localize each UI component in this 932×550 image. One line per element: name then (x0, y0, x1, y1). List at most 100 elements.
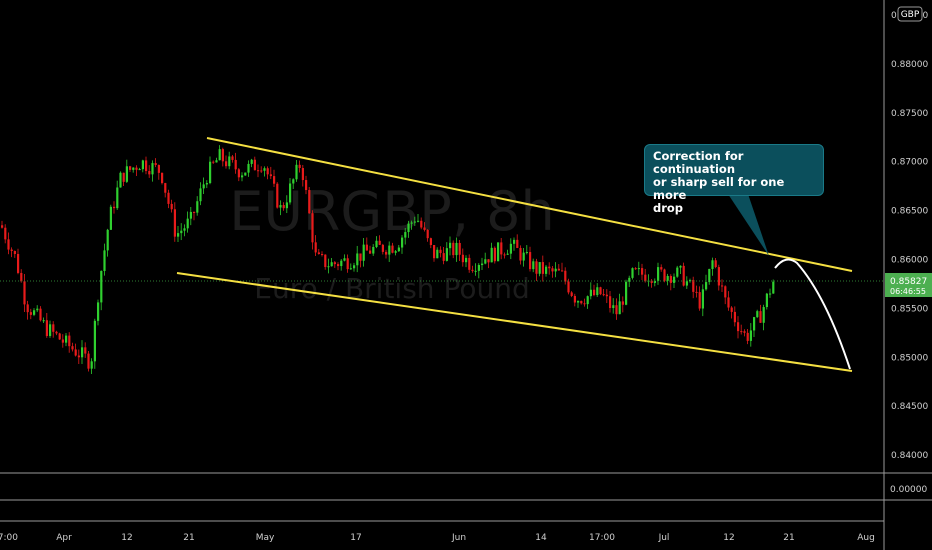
candle-up (513, 239, 516, 244)
candle-down (26, 304, 29, 313)
last-price-value: 0.85827 (890, 277, 927, 287)
candle-down (365, 244, 368, 251)
candle-down (23, 281, 26, 305)
candle-down (282, 205, 285, 209)
candle-up (497, 242, 500, 262)
candle-down (55, 331, 58, 334)
candle-up (327, 266, 330, 268)
indicator-tick-label: 0.00000 (890, 485, 927, 495)
candle-up (362, 244, 365, 261)
candle-down (276, 183, 279, 208)
candle-down (461, 254, 464, 263)
candle-up (701, 289, 704, 309)
candle-down (129, 166, 132, 170)
price-chart[interactable]: EURGBP, 8h Euro / British Pound 0.885000… (0, 0, 932, 550)
candle-down (503, 254, 506, 256)
candle-down (378, 240, 381, 245)
candle-up (205, 183, 208, 185)
candle-down (113, 206, 116, 209)
candle-up (375, 240, 378, 247)
candle-up (349, 268, 352, 270)
candle-down (615, 305, 618, 315)
candle-up (436, 249, 439, 259)
candle-down (721, 285, 724, 287)
currency-badge-label: GBP (901, 10, 920, 20)
candle-down (71, 346, 74, 350)
candle-up (657, 267, 660, 281)
x-tick-label: 17 (350, 533, 361, 543)
candle-down (260, 170, 263, 172)
candle-up (100, 271, 103, 303)
candle-up (103, 250, 106, 272)
candle-down (580, 301, 583, 304)
candle-down (39, 308, 42, 321)
candle-up (397, 247, 400, 252)
candle-down (660, 267, 663, 270)
candle-up (445, 248, 448, 261)
annotation-callout[interactable]: Correction for continuation or sharp sel… (644, 144, 824, 215)
candle-up (449, 242, 452, 249)
candle-up (49, 324, 52, 336)
x-tick-label: 12 (121, 533, 132, 543)
candle-up (631, 268, 634, 278)
candle-up (490, 247, 493, 263)
candle-up (36, 308, 39, 311)
candle-down (583, 303, 586, 305)
candle-down (10, 249, 13, 252)
candle-down (429, 238, 432, 246)
candle-up (109, 206, 112, 230)
candle-down (727, 297, 730, 308)
candle-down (321, 254, 324, 256)
candle-down (305, 180, 308, 191)
candle-up (772, 281, 775, 294)
x-tick-label: May (256, 533, 275, 543)
candle-down (717, 267, 720, 286)
candle-down (4, 227, 7, 240)
candle-up (65, 335, 68, 343)
candle-up (407, 223, 410, 233)
candle-down (273, 176, 276, 184)
currency-badge[interactable]: GBP (897, 6, 923, 22)
candle-down (663, 269, 666, 281)
candle-down (641, 268, 644, 275)
candle-down (308, 190, 311, 214)
candle-down (519, 247, 522, 261)
candle-up (532, 261, 535, 270)
candle-down (557, 268, 560, 271)
candle-down (68, 335, 71, 347)
candle-down (225, 161, 228, 167)
last-price-label: 0.85827 06:46:55 (885, 273, 932, 297)
candle-down (561, 270, 564, 272)
candle-down (74, 349, 77, 356)
candle-down (269, 174, 272, 177)
candle-down (605, 294, 608, 297)
candle-down (593, 289, 596, 296)
candle-up (202, 184, 205, 189)
candle-down (193, 211, 196, 213)
y-tick-label: 0.87500 (891, 109, 928, 119)
candle-down (567, 281, 570, 293)
candle-up (353, 265, 356, 269)
candle-down (1, 225, 4, 228)
candle-down (266, 168, 269, 175)
candle-up (577, 301, 580, 303)
candle-up (756, 311, 759, 318)
candle-down (487, 259, 490, 263)
x-tick-label: 21 (783, 533, 794, 543)
countdown-value: 06:46:55 (890, 287, 926, 296)
candle-down (535, 261, 538, 274)
candle-down (164, 183, 167, 193)
description-watermark: Euro / British Pound (254, 272, 529, 305)
candle-down (599, 287, 602, 295)
candle-up (125, 166, 128, 182)
candle-down (433, 245, 436, 259)
x-tick-label: 21 (183, 533, 194, 543)
candle-down (45, 320, 48, 336)
y-tick-label: 0.84500 (891, 402, 928, 412)
candle-down (29, 312, 32, 315)
candle-up (666, 275, 669, 281)
candle-down (471, 269, 474, 271)
candle-up (97, 302, 100, 321)
candle-up (394, 251, 397, 253)
candle-down (20, 272, 23, 282)
